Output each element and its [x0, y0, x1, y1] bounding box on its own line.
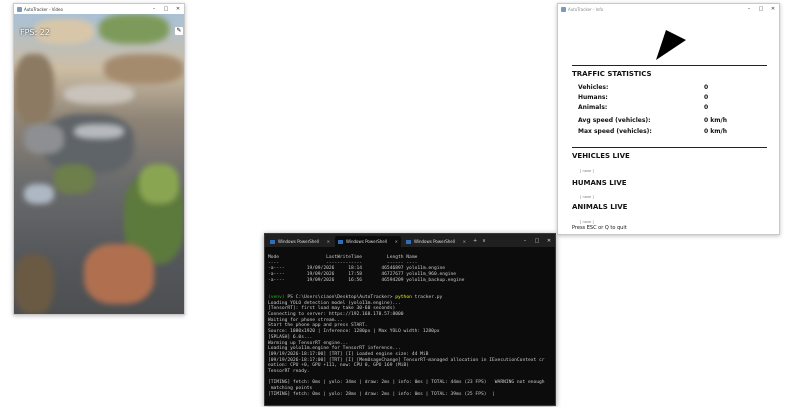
stat-label-vehicles: Vehicles: — [578, 84, 609, 91]
minimize-button[interactable]: – — [743, 4, 755, 14]
close-tab-icon[interactable]: ✕ — [327, 239, 330, 244]
maximize-button[interactable]: □ — [755, 4, 767, 14]
vehicles-live-title: VEHICLES LIVE — [572, 152, 630, 160]
maximize-button[interactable]: □ — [531, 234, 543, 247]
tab-label: Windows PowerShell — [278, 239, 319, 244]
close-button[interactable]: ✕ — [543, 234, 555, 247]
stat-value-humans: 0 — [704, 94, 709, 101]
close-button[interactable]: ✕ — [767, 4, 779, 14]
humans-live-empty: [ none ] — [580, 195, 594, 199]
info-window-title: AutoTracker - Info — [568, 6, 604, 12]
humans-live-title: HUMANS LIVE — [572, 179, 627, 187]
compass-arrow-icon — [656, 30, 686, 60]
tab-label: Windows PowerShell — [346, 239, 387, 244]
video-window[interactable]: AutoTracker - Video – □ ✕ FPS: 22 ✎ — [13, 3, 185, 315]
prompt-venv: (venv) — [268, 294, 285, 300]
terminal-output[interactable]: Mode LastWriteTime Length Name ---- -----… — [265, 247, 555, 398]
powershell-icon — [338, 239, 343, 244]
prompt-argument: tracker.py — [411, 294, 443, 300]
video-window-title: AutoTracker - Video — [24, 6, 63, 12]
minimize-button[interactable]: – — [148, 4, 160, 14]
video-feed: FPS: 22 ✎ — [14, 14, 184, 314]
tab-powershell-1[interactable]: Windows PowerShell ✕ — [267, 236, 333, 247]
pen-icon[interactable]: ✎ — [175, 27, 183, 35]
stat-value-avg-speed: 0 km/h — [704, 117, 727, 124]
divider — [572, 147, 767, 148]
fps-counter: FPS: 22 — [20, 28, 50, 37]
terminal-window[interactable]: Windows PowerShell ✕ Windows PowerShell … — [264, 233, 556, 406]
stat-value-animals: 0 — [704, 104, 709, 111]
info-titlebar[interactable]: AutoTracker - Info – □ ✕ — [558, 4, 779, 14]
terminal-line: [TIMING] fetch: 0ms | yolo: 28ms | draw:… — [268, 391, 495, 397]
animals-live-title: ANIMALS LIVE — [572, 203, 628, 211]
close-tab-icon[interactable]: ✕ — [463, 239, 466, 244]
tab-dropdown-button[interactable]: ∨ — [482, 238, 486, 244]
tab-powershell-2[interactable]: Windows PowerShell ✕ — [335, 236, 401, 247]
video-titlebar[interactable]: AutoTracker - Video – □ ✕ — [14, 4, 184, 14]
prompt-command: python — [395, 294, 412, 300]
stat-label-humans: Humans: — [578, 94, 608, 101]
close-button[interactable]: ✕ — [172, 4, 184, 14]
app-icon — [561, 6, 566, 12]
new-tab-button[interactable]: + — [473, 238, 477, 244]
powershell-icon — [270, 239, 275, 244]
info-window[interactable]: AutoTracker - Info – □ ✕ TRAFFIC STATIST… — [557, 3, 780, 235]
stat-label-avg-speed: Avg speed (vehicles): — [578, 117, 651, 124]
app-icon — [17, 6, 22, 12]
minimize-button[interactable]: – — [519, 234, 531, 247]
quit-hint: Press ESC or Q to quit — [572, 225, 627, 231]
stat-value-vehicles: 0 — [704, 84, 709, 91]
stat-label-animals: Animals: — [578, 104, 608, 111]
terminal-tab-bar: Windows PowerShell ✕ Windows PowerShell … — [265, 234, 555, 247]
stat-label-max-speed: Max speed (vehicles): — [578, 128, 652, 135]
vehicles-live-empty: [ none ] — [580, 169, 594, 173]
tab-powershell-3[interactable]: Windows PowerShell ✕ — [403, 236, 469, 247]
powershell-icon — [406, 239, 411, 244]
divider — [572, 65, 767, 66]
close-tab-icon[interactable]: ✕ — [395, 239, 398, 244]
info-panel: TRAFFIC STATISTICS Vehicles: 0 Humans: 0… — [558, 14, 779, 234]
traffic-statistics-title: TRAFFIC STATISTICS — [572, 70, 652, 78]
tab-label: Windows PowerShell — [414, 239, 455, 244]
stat-value-max-speed: 0 km/h — [704, 128, 727, 135]
prompt-path: PS C:\Users\ciaon\Desktop\AutoTracker> — [284, 294, 396, 300]
maximize-button[interactable]: □ — [160, 4, 172, 14]
animals-live-empty: [ none ] — [580, 220, 594, 224]
